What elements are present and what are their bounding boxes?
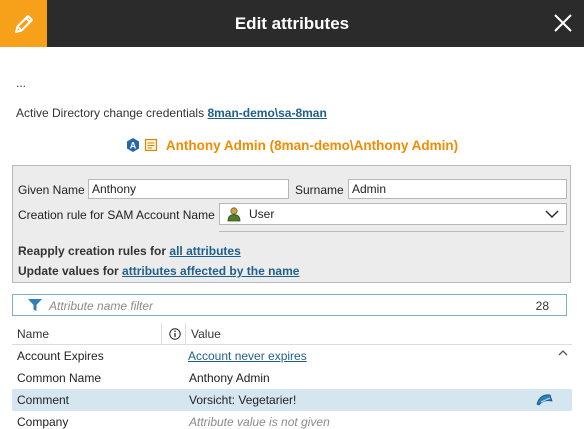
credentials-label: Active Directory change credentials (16, 106, 205, 120)
creation-rule-select[interactable]: User (219, 203, 567, 225)
name-form-panel: Given Name Surname Creation rule for SAM… (12, 165, 571, 283)
attribute-filter-input[interactable]: Attribute name filter 28 (12, 294, 567, 316)
attribute-value-placeholder: Attribute value is not given (189, 415, 330, 429)
attribute-count: 28 (535, 299, 549, 313)
update-text: Update values for (18, 264, 119, 278)
user-header: A Anthony Admin (8man-demo\Anthony Admin… (0, 135, 584, 155)
attribute-name: Account Expires (17, 349, 104, 363)
creation-rule-label: Creation rule for SAM Account Name (18, 208, 215, 222)
credentials-line: Active Directory change credentials 8man… (16, 106, 327, 120)
attribute-name: Company (17, 415, 69, 429)
attribute-value-link[interactable]: Account never expires (188, 349, 307, 363)
attribute-table: Name Value Account Expires Account never… (12, 323, 572, 429)
divider (219, 231, 564, 232)
table-row[interactable]: Common Name Anthony Admin (12, 367, 572, 389)
surname-field[interactable] (348, 179, 567, 199)
reapply-text: Reapply creation rules for (18, 244, 167, 258)
user-card-icon (144, 138, 157, 152)
table-row[interactable]: Account Expires Account never expires (12, 345, 572, 367)
column-header-name[interactable]: Name (17, 327, 49, 341)
attribute-value: Anthony Admin (189, 371, 270, 385)
table-row-selected[interactable]: Comment Vorsicht: Vegetarier! (12, 389, 572, 411)
table-header: Name Value (12, 323, 572, 345)
attribute-name: Comment (17, 393, 70, 407)
attribute-name: Common Name (17, 371, 102, 385)
chevron-up-icon[interactable] (558, 349, 568, 357)
info-icon (169, 328, 181, 340)
chevron-down-icon (545, 210, 559, 218)
credentials-account-link[interactable]: 8man-demo\sa-8man (207, 106, 326, 120)
all-attributes-link[interactable]: all attributes (169, 244, 240, 258)
ellipsis-text: ... (16, 76, 27, 90)
filter-icon (28, 299, 42, 311)
attributes-affected-link[interactable]: attributes affected by the name (122, 264, 299, 278)
filter-placeholder: Attribute name filter (49, 299, 154, 313)
update-line: Update values for attributes affected by… (18, 264, 299, 278)
given-name-field[interactable] (88, 179, 289, 199)
close-icon (554, 14, 572, 32)
dialog-title: Edit attributes (234, 14, 350, 33)
column-header-value[interactable]: Value (191, 327, 221, 341)
reapply-line: Reapply creation rules for all attribute… (18, 244, 241, 258)
close-button[interactable] (548, 8, 578, 38)
svg-text:A: A (130, 141, 137, 151)
active-directory-icon: A (126, 138, 139, 152)
given-name-label: Given Name (18, 183, 85, 197)
user-icon (227, 207, 241, 222)
surname-label: Surname (295, 183, 344, 197)
edit-value-icon[interactable] (536, 393, 554, 407)
user-display-name: Anthony Admin (8man-demo\Anthony Admin) (165, 137, 459, 153)
attribute-value: Vorsicht: Vegetarier! (189, 393, 297, 407)
table-scrollbar[interactable] (556, 346, 570, 429)
title-bar: Edit attributes (0, 0, 584, 47)
creation-rule-value: User (249, 207, 275, 221)
table-row[interactable]: Company Attribute value is not given (12, 411, 572, 429)
